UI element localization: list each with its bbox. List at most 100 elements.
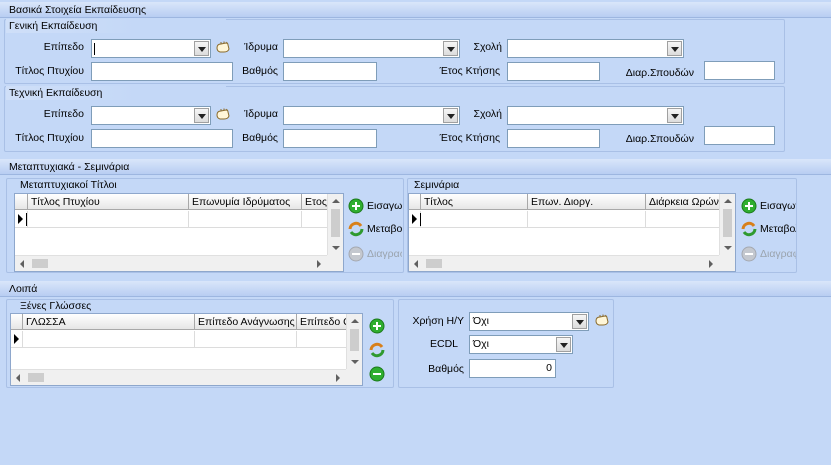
scroll-up-icon[interactable] bbox=[724, 199, 732, 203]
modify-language-button[interactable] bbox=[369, 342, 385, 358]
technical-education-title: Τεχνική Εκπαίδευση bbox=[9, 87, 103, 99]
table-row[interactable] bbox=[11, 331, 362, 348]
horizontal-scrollbar[interactable] bbox=[11, 369, 346, 385]
chevron-down-icon[interactable] bbox=[572, 314, 587, 329]
scroll-left-icon[interactable] bbox=[20, 260, 24, 268]
table-cell[interactable] bbox=[23, 331, 195, 348]
refresh-edit-icon bbox=[348, 221, 364, 237]
horizontal-scrollbar[interactable] bbox=[15, 255, 327, 271]
technical-grade-input[interactable] bbox=[283, 129, 377, 148]
general-grade-input[interactable] bbox=[283, 62, 377, 81]
remove-icon bbox=[741, 246, 757, 262]
technical-institution-combo[interactable] bbox=[283, 106, 460, 125]
horizontal-scrollbar[interactable] bbox=[409, 255, 719, 271]
grid-column-header[interactable]: Τίτλος Πτυχίου bbox=[28, 194, 189, 210]
table-cell[interactable] bbox=[195, 331, 297, 348]
postgrad-insert-button[interactable]: Εισαγωγή bbox=[348, 197, 402, 215]
postgrad-delete-button[interactable]: Διαγραφή bbox=[348, 245, 402, 263]
postgrad-modify-button[interactable]: Μεταβολή bbox=[348, 220, 402, 238]
scroll-down-icon[interactable] bbox=[724, 246, 732, 250]
scroll-down-icon[interactable] bbox=[332, 246, 340, 250]
chevron-down-icon[interactable] bbox=[443, 41, 458, 56]
scroll-thumb[interactable] bbox=[723, 209, 732, 237]
grid-row-header-cell bbox=[409, 194, 421, 210]
hand-pointer-icon[interactable] bbox=[594, 313, 610, 327]
section-postgrad-header: Μεταπτυχιακά - Σεμινάρια bbox=[0, 159, 831, 175]
hand-pointer-icon[interactable] bbox=[215, 107, 231, 121]
scroll-up-icon[interactable] bbox=[332, 199, 340, 203]
remove-language-button[interactable] bbox=[369, 366, 385, 382]
table-cell[interactable] bbox=[189, 211, 302, 228]
technical-duration-input[interactable] bbox=[704, 126, 775, 145]
chevron-down-icon[interactable] bbox=[194, 41, 209, 56]
chevron-down-icon[interactable] bbox=[667, 41, 682, 56]
technical-degree-title-input[interactable] bbox=[91, 129, 233, 148]
grid-column-header[interactable]: Επων. Διοργ. bbox=[528, 194, 646, 210]
grid-column-header[interactable]: Επίπεδο Ο bbox=[297, 314, 347, 330]
seminars-modify-label: Μεταβολή bbox=[760, 223, 796, 235]
ecdl-value: Όχι bbox=[473, 338, 489, 350]
general-year-input[interactable] bbox=[507, 62, 600, 81]
grid-column-header[interactable]: Επίπεδο Ανάγνωσης bbox=[195, 314, 297, 330]
row-selector[interactable] bbox=[11, 331, 23, 348]
table-row[interactable] bbox=[15, 211, 343, 228]
general-duration-input[interactable] bbox=[704, 61, 775, 80]
grid-row-header-cell bbox=[15, 194, 28, 210]
technical-degree-title-label: Τίτλος Πτυχίου bbox=[15, 132, 84, 144]
seminars-delete-button[interactable]: Διαγραφή bbox=[741, 245, 796, 263]
vertical-scrollbar[interactable] bbox=[327, 194, 343, 256]
scroll-right-icon[interactable] bbox=[709, 260, 713, 268]
seminars-insert-button[interactable]: Εισαγωγή bbox=[741, 197, 796, 215]
section-other-header: Λοιπά bbox=[0, 281, 831, 297]
scroll-down-icon[interactable] bbox=[351, 360, 359, 364]
general-degree-title-input[interactable] bbox=[91, 62, 233, 81]
row-indicator-icon bbox=[14, 334, 19, 344]
section-postgrad-title: Μεταπτυχιακά - Σεμινάρια bbox=[9, 161, 130, 173]
chevron-down-icon[interactable] bbox=[194, 108, 209, 123]
ecdl-combo[interactable]: Όχι bbox=[469, 335, 573, 354]
scroll-thumb[interactable] bbox=[426, 259, 442, 268]
postgrad-titles-grid[interactable]: Τίτλος Πτυχίου Επωνυμία Ιδρύματος Ετος bbox=[14, 193, 344, 272]
table-cell[interactable] bbox=[28, 211, 189, 228]
scroll-up-icon[interactable] bbox=[351, 319, 359, 323]
chevron-down-icon[interactable] bbox=[556, 337, 571, 352]
scroll-thumb[interactable] bbox=[331, 209, 340, 237]
scroll-thumb[interactable] bbox=[350, 329, 359, 351]
languages-grid[interactable]: ΓΛΩΣΣΑ Επίπεδο Ανάγνωσης Επίπεδο Ο bbox=[10, 313, 363, 386]
general-institution-combo[interactable] bbox=[283, 39, 460, 58]
pc-use-combo[interactable]: Όχι bbox=[469, 312, 589, 331]
chevron-down-icon[interactable] bbox=[667, 108, 682, 123]
technical-year-label: Έτος Κτήσης bbox=[439, 132, 500, 144]
add-language-button[interactable] bbox=[369, 318, 385, 334]
grid-column-header[interactable]: Διάρκεια Ωρών bbox=[646, 194, 722, 210]
pc-grade-input[interactable]: 0 bbox=[469, 359, 556, 378]
technical-year-input[interactable] bbox=[507, 129, 600, 148]
table-cell[interactable] bbox=[528, 211, 646, 228]
technical-school-combo[interactable] bbox=[507, 106, 684, 125]
chevron-down-icon[interactable] bbox=[443, 108, 458, 123]
seminars-grid[interactable]: Τίτλος Επων. Διοργ. Διάρκεια Ωρών bbox=[408, 193, 736, 272]
vertical-scrollbar[interactable] bbox=[346, 314, 362, 370]
scroll-right-icon[interactable] bbox=[317, 260, 321, 268]
pc-use-label: Χρήση Η/Υ bbox=[412, 315, 464, 327]
grid-column-header[interactable]: ΓΛΩΣΣΑ bbox=[23, 314, 195, 330]
scroll-thumb[interactable] bbox=[32, 259, 48, 268]
general-school-combo[interactable] bbox=[507, 39, 684, 58]
refresh-edit-icon bbox=[741, 221, 757, 237]
table-cell[interactable] bbox=[421, 211, 528, 228]
hand-pointer-icon[interactable] bbox=[215, 40, 231, 54]
technical-level-combo[interactable] bbox=[91, 106, 211, 125]
grid-column-header[interactable]: Τίτλος bbox=[421, 194, 528, 210]
table-row[interactable] bbox=[409, 211, 735, 228]
scroll-corner bbox=[346, 369, 362, 385]
postgrad-modify-label: Μεταβολή bbox=[367, 223, 402, 235]
seminars-modify-button[interactable]: Μεταβολή bbox=[741, 220, 796, 238]
scroll-left-icon[interactable] bbox=[16, 374, 20, 382]
grid-column-header[interactable]: Επωνυμία Ιδρύματος bbox=[189, 194, 302, 210]
remove-icon bbox=[348, 246, 364, 262]
general-level-combo[interactable] bbox=[91, 39, 211, 58]
scroll-right-icon[interactable] bbox=[336, 374, 340, 382]
vertical-scrollbar[interactable] bbox=[719, 194, 735, 256]
scroll-left-icon[interactable] bbox=[414, 260, 418, 268]
scroll-thumb[interactable] bbox=[28, 373, 44, 382]
